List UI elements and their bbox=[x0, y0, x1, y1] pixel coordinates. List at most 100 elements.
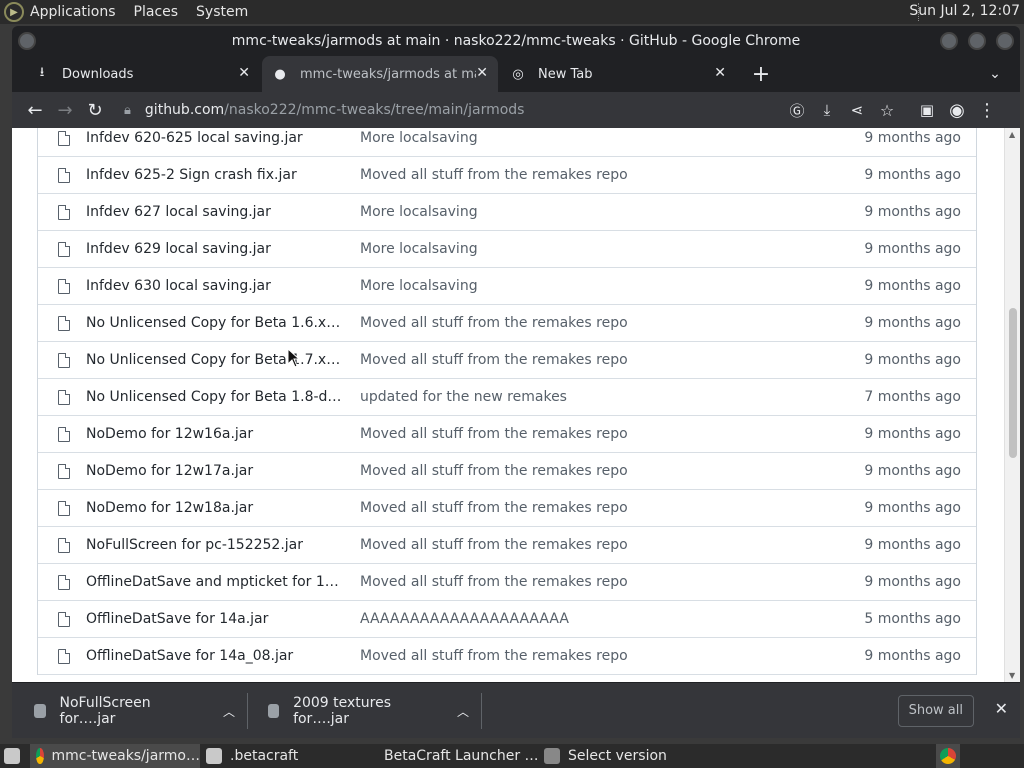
show-desktop-button[interactable] bbox=[0, 744, 24, 768]
system-menu[interactable]: System bbox=[196, 4, 248, 20]
file-row[interactable]: Infdev 629 local saving.jar More localsav… bbox=[38, 231, 976, 268]
maximize-button[interactable] bbox=[968, 32, 986, 50]
clock[interactable]: Sun Jul 2, 12:07 bbox=[909, 3, 1020, 19]
commit-message-link[interactable]: updated for the new remakes bbox=[360, 389, 567, 405]
close-window-button[interactable] bbox=[996, 32, 1014, 50]
commit-message-link[interactable]: Moved all stuff from the remakes repo bbox=[360, 426, 628, 442]
file-name-link[interactable]: OfflineDatSave for 14a_08.jar bbox=[86, 648, 344, 664]
file-icon bbox=[58, 649, 70, 664]
commit-message-link[interactable]: Moved all stuff from the remakes repo bbox=[360, 315, 628, 331]
file-name-link[interactable]: Infdev 625-2 Sign crash fix.jar bbox=[86, 167, 344, 183]
tab-close-icon[interactable]: ✕ bbox=[714, 65, 726, 81]
places-menu[interactable]: Places bbox=[134, 4, 179, 20]
file-name-link[interactable]: Infdev 629 local saving.jar bbox=[86, 241, 344, 257]
distro-logo-icon[interactable]: ▶ bbox=[4, 2, 24, 22]
commit-message-link[interactable]: Moved all stuff from the remakes repo bbox=[360, 537, 628, 553]
file-name-link[interactable]: No Unlicensed Copy for Beta 1.6.x.jar bbox=[86, 315, 344, 331]
profile-avatar-icon[interactable]: ◉ bbox=[942, 95, 972, 125]
scroll-down-arrow-icon[interactable]: ▼ bbox=[1009, 671, 1015, 680]
show-all-button[interactable]: Show all bbox=[897, 695, 974, 727]
file-row[interactable]: NoFullScreen for pc-152252.jar Moved all … bbox=[38, 527, 976, 564]
commit-message-link[interactable]: More localsaving bbox=[360, 278, 478, 294]
file-row[interactable]: OfflineDatSave for 14a_08.jar Moved all s… bbox=[38, 638, 976, 675]
download-icon: ⭳ bbox=[39, 65, 45, 80]
tab-close-icon[interactable]: ✕ bbox=[476, 65, 488, 81]
file-row[interactable]: Infdev 625-2 Sign crash fix.jar Moved all… bbox=[38, 157, 976, 194]
chevron-up-icon[interactable]: ︿ bbox=[223, 703, 235, 720]
commit-age: 9 months ago bbox=[864, 278, 961, 294]
tab-github-jarmods[interactable]: ● mmc-tweaks/jarmods at main ✕ bbox=[262, 56, 498, 92]
chrome-icon: ◎ bbox=[512, 66, 524, 82]
file-name-link[interactable]: OfflineDatSave for 14a.jar bbox=[86, 611, 344, 627]
download-item-2009-textures[interactable]: 2009 textures for….jar ︿ bbox=[256, 693, 482, 729]
window-titlebar[interactable]: mmc-tweaks/jarmods at main · nasko222/mm… bbox=[12, 26, 1020, 56]
scrollbar-thumb[interactable] bbox=[1009, 308, 1017, 458]
commit-message-link[interactable]: More localsaving bbox=[360, 204, 478, 220]
file-row[interactable]: NoDemo for 12w18a.jar Moved all stuff fro… bbox=[38, 490, 976, 527]
taskbar-item-chrome[interactable]: mmc-tweaks/jarmo… bbox=[30, 744, 200, 768]
taskbar-item-betacraft-launcher[interactable]: BetaCraft Launcher … bbox=[370, 744, 539, 768]
tab-search-chevron-icon[interactable]: ⌄ bbox=[980, 59, 1010, 89]
commit-message-link[interactable]: AAAAAAAAAAAAAAAAAAAAA bbox=[360, 611, 569, 627]
file-icon bbox=[58, 612, 70, 627]
file-row[interactable]: No Unlicensed Copy for Beta 1.7.x.jar Mov… bbox=[38, 342, 976, 379]
close-download-shelf-icon[interactable]: ✕ bbox=[995, 699, 1008, 718]
tray-chrome-button[interactable] bbox=[936, 744, 960, 768]
install-app-icon[interactable]: ⤓ bbox=[812, 95, 842, 125]
page-scrollbar[interactable]: ▲ ▼ bbox=[1004, 128, 1020, 682]
tab-close-icon[interactable]: ✕ bbox=[238, 65, 250, 81]
share-icon[interactable]: ⋖ bbox=[842, 95, 872, 125]
commit-age: 9 months ago bbox=[864, 167, 961, 183]
file-name-link[interactable]: NoDemo for 12w18a.jar bbox=[86, 500, 344, 516]
file-name-link[interactable]: OfflineDatSave and mpticket for 15a m… bbox=[86, 574, 344, 590]
file-name-link[interactable]: No Unlicensed Copy for Beta 1.8-dev.jar bbox=[86, 389, 344, 405]
taskbar-item-betacraft-folder[interactable]: .betacraft bbox=[200, 744, 370, 768]
commit-message-link[interactable]: Moved all stuff from the remakes repo bbox=[360, 463, 628, 479]
google-lens-icon[interactable]: Ⓖ bbox=[782, 95, 812, 125]
file-name-link[interactable]: Infdev 627 local saving.jar bbox=[86, 204, 344, 220]
taskbar-item-label: BetaCraft Launcher … bbox=[384, 748, 539, 764]
taskbar-item-select-version[interactable]: Select version bbox=[538, 744, 698, 768]
file-row[interactable]: OfflineDatSave and mpticket for 15a m… Mo… bbox=[38, 564, 976, 601]
tab-downloads[interactable]: ⭳ Downloads ✕ bbox=[24, 56, 260, 92]
file-name-link[interactable]: No Unlicensed Copy for Beta 1.7.x.jar bbox=[86, 352, 344, 368]
file-name-link[interactable]: Infdev 620-625 local saving.jar bbox=[86, 130, 344, 146]
chrome-menu-icon[interactable]: ⋮ bbox=[972, 95, 1002, 125]
side-panel-icon[interactable]: ▣ bbox=[912, 95, 942, 125]
commit-age: 9 months ago bbox=[864, 315, 961, 331]
file-row[interactable]: Infdev 627 local saving.jar More localsav… bbox=[38, 194, 976, 231]
window-menu-button[interactable] bbox=[18, 32, 36, 50]
commit-message-link[interactable]: More localsaving bbox=[360, 130, 478, 146]
applications-menu[interactable]: Applications bbox=[30, 4, 116, 20]
file-row[interactable]: No Unlicensed Copy for Beta 1.6.x.jar Mov… bbox=[38, 305, 976, 342]
reload-button[interactable]: ↻ bbox=[80, 95, 110, 125]
file-row[interactable]: OfflineDatSave for 14a.jar AAAAAAAAAAAAAA… bbox=[38, 601, 976, 638]
file-name-link[interactable]: Infdev 630 local saving.jar bbox=[86, 278, 344, 294]
forward-button[interactable]: → bbox=[50, 95, 80, 125]
commit-message-link[interactable]: More localsaving bbox=[360, 241, 478, 257]
commit-message-link[interactable]: Moved all stuff from the remakes repo bbox=[360, 500, 628, 516]
commit-age: 9 months ago bbox=[864, 648, 961, 664]
commit-message-link[interactable]: Moved all stuff from the remakes repo bbox=[360, 648, 628, 664]
file-row[interactable]: Infdev 630 local saving.jar More localsav… bbox=[38, 268, 976, 305]
address-bar[interactable]: 🔒︎ github.com/nasko222/mmc-tweaks/tree/m… bbox=[124, 95, 824, 125]
file-name-link[interactable]: NoDemo for 12w16a.jar bbox=[86, 426, 344, 442]
new-tab-button[interactable]: + bbox=[746, 59, 776, 89]
file-row[interactable]: No Unlicensed Copy for Beta 1.8-dev.jar u… bbox=[38, 379, 976, 416]
download-item-nofullscreen[interactable]: NoFullScreen for….jar ︿ bbox=[22, 693, 248, 729]
scroll-up-arrow-icon[interactable]: ▲ bbox=[1009, 130, 1015, 139]
file-row[interactable]: NoDemo for 12w17a.jar Moved all stuff fro… bbox=[38, 453, 976, 490]
back-button[interactable]: ← bbox=[20, 95, 50, 125]
file-name-link[interactable]: NoDemo for 12w17a.jar bbox=[86, 463, 344, 479]
commit-message-link[interactable]: Moved all stuff from the remakes repo bbox=[360, 574, 628, 590]
lock-icon[interactable]: 🔒︎ bbox=[124, 103, 131, 118]
file-name-link[interactable]: NoFullScreen for pc-152252.jar bbox=[86, 537, 344, 553]
minimize-button[interactable] bbox=[940, 32, 958, 50]
chevron-up-icon[interactable]: ︿ bbox=[457, 703, 469, 720]
bookmark-star-icon[interactable]: ☆ bbox=[872, 95, 902, 125]
file-row[interactable]: NoDemo for 12w16a.jar Moved all stuff fro… bbox=[38, 416, 976, 453]
file-row[interactable]: Infdev 620-625 local saving.jar More loca… bbox=[38, 128, 976, 157]
commit-message-link[interactable]: Moved all stuff from the remakes repo bbox=[360, 167, 628, 183]
tab-new-tab[interactable]: ◎ New Tab ✕ bbox=[500, 56, 736, 92]
commit-message-link[interactable]: Moved all stuff from the remakes repo bbox=[360, 352, 628, 368]
